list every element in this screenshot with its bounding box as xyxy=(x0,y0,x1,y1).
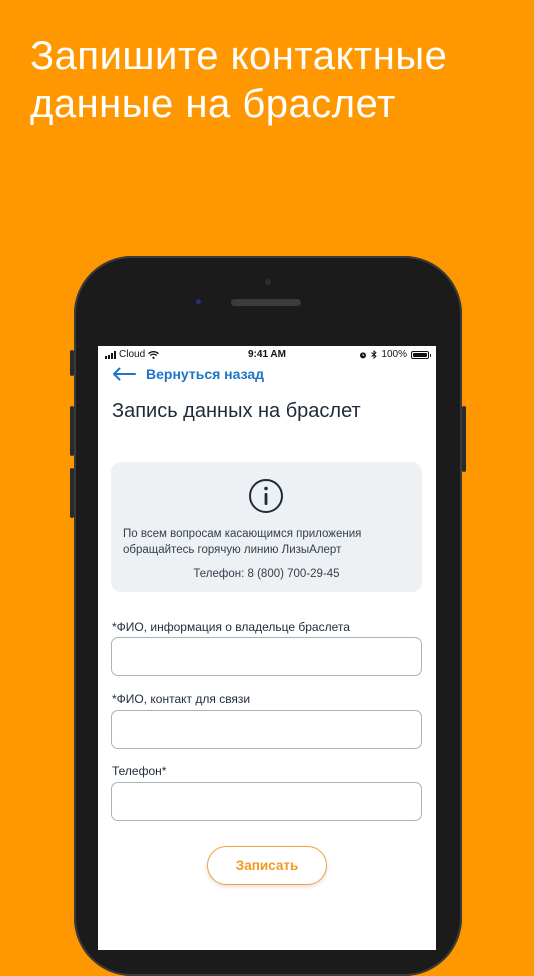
headline-line-1: Запишите контактные xyxy=(30,34,448,78)
mute-switch xyxy=(70,350,74,376)
volume-down-button xyxy=(70,468,74,518)
power-button xyxy=(462,406,466,472)
battery-percent: 100% xyxy=(381,349,407,360)
headline-line-2: данные на браслет xyxy=(30,82,396,126)
front-sensor xyxy=(265,279,271,285)
owner-field-label: *ФИО, информация о владельце браслета xyxy=(112,620,350,634)
owner-field[interactable] xyxy=(111,637,422,676)
info-icon xyxy=(249,479,283,513)
back-button[interactable]: Вернуться назад xyxy=(112,366,264,382)
status-right: 100% xyxy=(359,349,431,360)
back-button-label: Вернуться назад xyxy=(146,366,265,382)
contact-field-label: *ФИО, контакт для связи xyxy=(112,692,251,706)
hotline-phone: Телефон: 8 (800) 700-29-45 xyxy=(193,568,340,580)
arrow-left-icon xyxy=(113,367,136,381)
contact-field[interactable] xyxy=(111,710,422,749)
app-screen: Cloud 9:41 AM 100% Вернуться назад Запис… xyxy=(98,346,436,950)
status-bar: Cloud 9:41 AM 100% xyxy=(98,346,436,364)
battery-icon xyxy=(411,350,431,359)
info-text: По всем вопросам касающимся приложения о… xyxy=(123,526,410,558)
info-card: По всем вопросам касающимся приложения о… xyxy=(111,462,422,592)
bluetooth-icon xyxy=(371,350,378,359)
front-camera xyxy=(196,299,201,304)
volume-up-button xyxy=(70,406,74,456)
submit-button[interactable]: Записать xyxy=(207,846,327,885)
info-text-line-2: обращайтесь горячую линию ЛизыАлерт xyxy=(123,544,342,556)
phone-field-label: Телефон* xyxy=(112,764,167,778)
phone-field[interactable] xyxy=(111,782,422,821)
info-text-line-1: По всем вопросам касающимся приложения xyxy=(123,528,362,540)
earpiece-speaker xyxy=(231,299,301,306)
page-title: Запись данных на браслет xyxy=(112,400,361,422)
alarm-icon xyxy=(360,351,367,358)
promo-headline: Запишите контактные данные на браслет xyxy=(30,32,520,128)
